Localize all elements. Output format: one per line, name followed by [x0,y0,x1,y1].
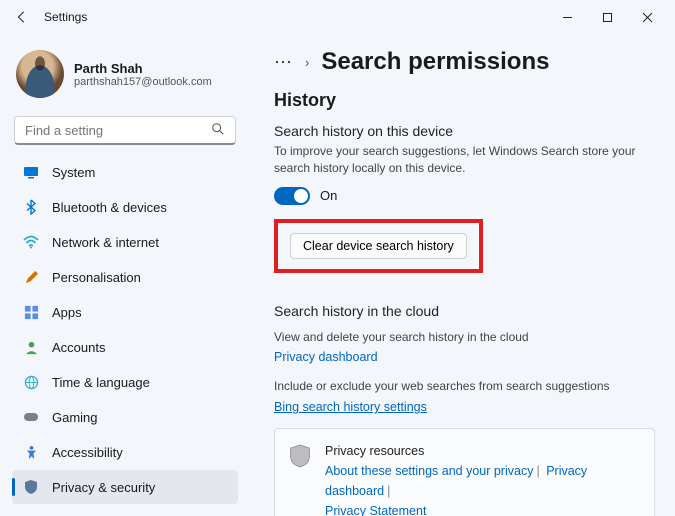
sidebar-item-system[interactable]: System [12,155,238,189]
breadcrumb: ⋯ › Search permissions [274,48,655,76]
gaming-icon [22,408,40,426]
apps-icon [22,303,40,321]
sidebar-item-label: Accessibility [52,445,123,460]
clear-history-button[interactable]: Clear device search history [290,233,467,259]
highlight-annotation: Clear device search history [274,219,483,273]
sidebar-item-accounts[interactable]: Accounts [12,330,238,364]
about-settings-link[interactable]: About these settings and your privacy [325,464,533,478]
wifi-icon [22,233,40,251]
sidebar-item-label: Gaming [52,410,98,425]
cloud-description: View and delete your search history in t… [274,329,654,346]
sidebar-item-label: Accounts [52,340,105,355]
close-button[interactable] [627,3,667,31]
sidebar-item-label: Personalisation [52,270,141,285]
sidebar-item-accessibility[interactable]: Accessibility [12,435,238,469]
sidebar-item-apps[interactable]: Apps [12,295,238,329]
sidebar-item-label: System [52,165,95,180]
profile[interactable]: Parth Shah parthshah157@outlook.com [12,42,238,112]
privacy-dashboard-link[interactable]: Privacy dashboard [274,350,378,364]
sidebar-item-bluetooth[interactable]: Bluetooth & devices [12,190,238,224]
chevron-right-icon: › [305,55,309,70]
search-input-wrapper[interactable] [14,116,236,145]
profile-name: Parth Shah [74,61,212,76]
history-toggle[interactable] [274,187,310,205]
profile-email: parthshah157@outlook.com [74,76,212,88]
sidebar-item-time[interactable]: Time & language [12,365,238,399]
history-heading: History [274,90,655,111]
sidebar-item-personalisation[interactable]: Personalisation [12,260,238,294]
avatar [16,50,64,98]
maximize-button[interactable] [587,3,627,31]
nav: System Bluetooth & devices Network & int… [12,155,238,504]
accessibility-icon [22,443,40,461]
sidebar-item-network[interactable]: Network & internet [12,225,238,259]
titlebar: Settings [0,0,675,34]
sidebar-item-label: Apps [52,305,82,320]
privacy-resources-card: Privacy resources About these settings a… [274,428,655,516]
search-icon [211,122,225,139]
sidebar-item-gaming[interactable]: Gaming [12,400,238,434]
sidebar-item-label: Network & internet [52,235,159,250]
sidebar-item-label: Time & language [52,375,150,390]
sidebar-item-label: Bluetooth & devices [52,200,167,215]
main-content: ⋯ › Search permissions History Search hi… [250,34,675,516]
bing-history-link[interactable]: Bing search history settings [274,400,427,414]
sidebar-item-privacy[interactable]: Privacy & security [12,470,238,504]
shield-icon [22,478,40,496]
toggle-label: On [320,188,337,203]
system-icon [22,163,40,181]
globe-icon [22,373,40,391]
bluetooth-icon [22,198,40,216]
minimize-button[interactable] [547,3,587,31]
cloud-subheading: Search history in the cloud [274,303,655,319]
sidebar: Parth Shah parthshah157@outlook.com Syst… [0,34,250,516]
back-button[interactable] [8,3,36,31]
search-input[interactable] [25,123,203,138]
page-title: Search permissions [321,48,549,76]
shield-icon [289,443,311,516]
device-description: To improve your search suggestions, let … [274,143,654,177]
accounts-icon [22,338,40,356]
include-description: Include or exclude your web searches fro… [274,378,654,395]
window-title: Settings [44,10,87,24]
resources-title: Privacy resources [325,441,640,461]
paint-icon [22,268,40,286]
breadcrumb-overflow[interactable]: ⋯ [274,52,293,73]
privacy-statement-link[interactable]: Privacy Statement [325,504,426,516]
device-subheading: Search history on this device [274,123,655,139]
sidebar-item-label: Privacy & security [52,480,155,495]
